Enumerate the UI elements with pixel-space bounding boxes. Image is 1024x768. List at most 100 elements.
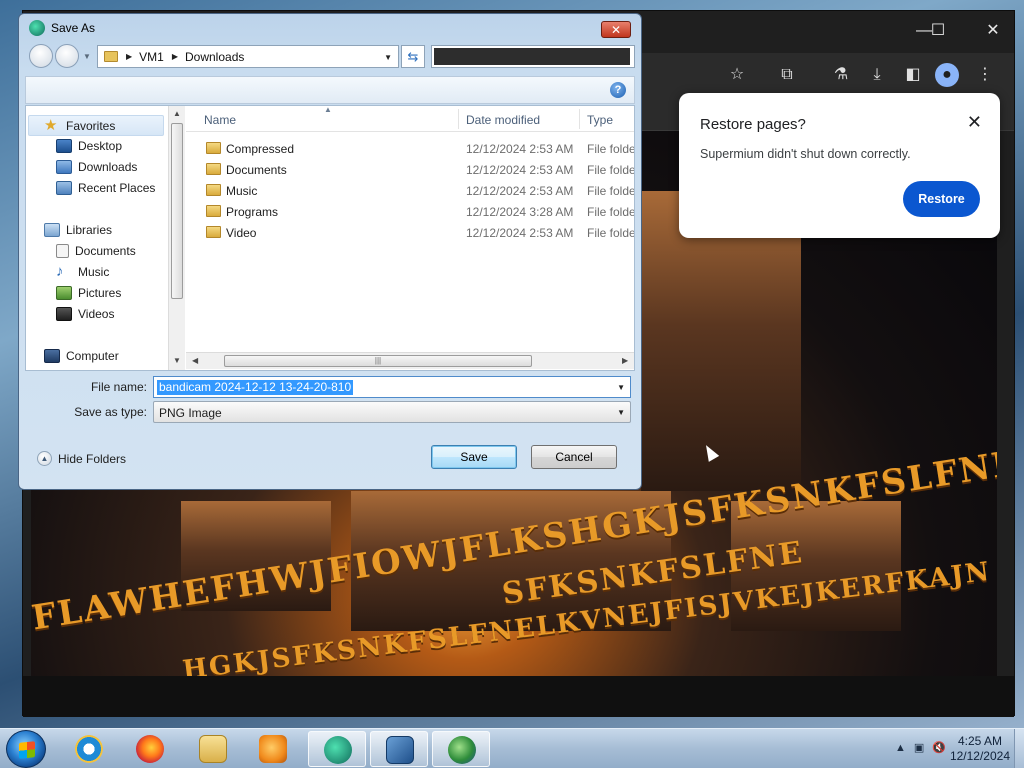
star-icon[interactable]: ☆ <box>725 63 749 87</box>
dialog-title: Save As <box>51 21 96 35</box>
sidebar-icon[interactable]: ◧ <box>901 63 925 87</box>
taskbar-virtualbox[interactable] <box>370 731 428 767</box>
taskbar-firefox[interactable] <box>121 731 179 767</box>
navigation-row: ▼ ▶ VM1 ▶ Downloads ▼ ⇆ <box>25 44 635 70</box>
sidebar-group-computer[interactable]: Computer <box>44 349 119 363</box>
column-date-modified[interactable]: Date modified <box>466 113 540 127</box>
breadcrumb-downloads[interactable]: Downloads <box>185 50 244 64</box>
sidebar-item-downloads[interactable]: Downloads <box>56 160 137 174</box>
sidebar-item-videos[interactable]: Videos <box>56 307 114 321</box>
scroll-up-icon[interactable]: ▲ <box>173 109 181 118</box>
forward-button[interactable] <box>55 44 79 68</box>
column-name[interactable]: Name <box>204 113 236 127</box>
address-bar[interactable]: ▶ VM1 ▶ Downloads ▼ <box>97 45 399 68</box>
media-player-icon <box>259 735 287 763</box>
taskbar: ▲ ▣ 🔇 4:25 AM 12/12/2024 <box>0 728 1024 768</box>
download-icon[interactable]: ⤓ <box>865 63 889 87</box>
scroll-down-icon[interactable]: ▼ <box>173 356 181 365</box>
clock-date: 12/12/2024 <box>949 749 1010 763</box>
chevron-right-icon[interactable]: ▶ <box>172 52 178 61</box>
chevron-down-icon[interactable]: ▼ <box>617 408 625 417</box>
list-item[interactable]: Documents 12/12/2024 2:53 AM File folder <box>186 159 634 180</box>
file-name-field[interactable]: bandicam 2024-12-12 13-24-20-810 ▼ <box>153 376 631 398</box>
music-note-icon: ♪ <box>56 263 64 280</box>
dialog-close-button[interactable]: ✕ <box>601 21 631 38</box>
taskbar-supermium[interactable] <box>308 731 366 767</box>
sidebar-group-libraries[interactable]: Libraries <box>44 223 112 237</box>
back-button[interactable] <box>29 44 53 68</box>
chevron-up-icon: ▲ <box>37 451 52 466</box>
column-header-row: ▲ Name Date modified Type <box>186 105 634 132</box>
sidebar-item-recent-places[interactable]: Recent Places <box>56 181 155 195</box>
folder-icon <box>206 142 221 154</box>
cancel-button[interactable]: Cancel <box>531 445 617 469</box>
browse-pane: ★ Favorites Desktop Downloads Recent Pla… <box>25 105 635 371</box>
list-item[interactable]: Video 12/12/2024 2:53 AM File folder <box>186 222 634 243</box>
chevron-right-icon[interactable]: ▶ <box>126 52 132 61</box>
globe-icon <box>448 736 476 764</box>
star-icon: ★ <box>44 117 58 134</box>
save-button[interactable]: Save <box>431 445 517 469</box>
sidebar-group-favorites[interactable]: ★ Favorites <box>44 118 115 134</box>
hide-folders-button[interactable]: ▲ Hide Folders <box>37 451 126 466</box>
taskbar-explorer[interactable] <box>184 731 242 767</box>
chevron-down-icon[interactable]: ▼ <box>617 383 625 392</box>
maximize-button[interactable]: ☐ <box>923 19 953 43</box>
labs-icon[interactable]: ⚗ <box>829 63 853 87</box>
folder-icon <box>104 51 118 62</box>
folder-icon <box>199 735 227 763</box>
command-bar: ? <box>25 76 635 104</box>
column-type[interactable]: Type <box>587 113 613 127</box>
file-list: ▲ Name Date modified Type Compressed 12/… <box>186 105 634 370</box>
network-icon[interactable]: ▣ <box>914 741 924 754</box>
close-icon[interactable]: ✕ <box>967 112 982 133</box>
restore-title: Restore pages? <box>700 116 806 133</box>
chevron-down-icon[interactable]: ▼ <box>384 53 392 62</box>
scrollbar-thumb[interactable]: ||| <box>224 355 532 367</box>
taskbar-internet-explorer[interactable] <box>60 731 118 767</box>
menu-icon[interactable]: ⋮ <box>973 63 997 87</box>
search-input[interactable] <box>431 45 635 68</box>
scrollbar-thumb[interactable] <box>171 123 183 299</box>
folder-icon <box>206 226 221 238</box>
clock[interactable]: 4:25 AM 12/12/2024 <box>950 734 1010 764</box>
scroll-left-icon[interactable]: ◀ <box>192 356 198 365</box>
refresh-button[interactable]: ⇆ <box>401 45 425 68</box>
folder-icon <box>206 163 221 175</box>
folder-icon <box>206 184 221 196</box>
sidebar-item-documents[interactable]: Documents <box>56 244 136 258</box>
desktop-icon <box>56 139 72 153</box>
navigation-sidebar: ★ Favorites Desktop Downloads Recent Pla… <box>26 106 186 370</box>
show-desktop-button[interactable] <box>1014 729 1024 768</box>
file-name-label: File name: <box>90 380 147 394</box>
help-icon[interactable]: ? <box>610 82 626 98</box>
close-window-button[interactable]: ✕ <box>978 19 1008 43</box>
horizontal-scrollbar[interactable]: ◀ ||| ▶ <box>186 352 634 369</box>
breadcrumb-vm1[interactable]: VM1 <box>139 50 164 64</box>
pictures-icon <box>56 286 72 300</box>
profile-icon[interactable]: ● <box>935 63 959 87</box>
taskbar-media-player[interactable] <box>244 731 302 767</box>
extensions-icon[interactable]: ⧉ <box>775 63 799 87</box>
videos-icon <box>56 307 72 321</box>
sidebar-item-pictures[interactable]: Pictures <box>56 286 121 300</box>
restore-pages-popup: Restore pages? ✕ Supermium didn't shut d… <box>679 93 1000 238</box>
save-as-type-label: Save as type: <box>74 405 147 419</box>
volume-muted-icon[interactable]: 🔇 <box>932 741 946 754</box>
save-as-type-select[interactable]: PNG Image ▼ <box>153 401 631 423</box>
taskbar-network-app[interactable] <box>432 731 490 767</box>
sidebar-scrollbar[interactable]: ▲ ▼ <box>168 106 185 370</box>
sidebar-item-music[interactable]: ♪ Music <box>56 263 109 280</box>
sort-ascending-icon: ▲ <box>324 105 332 114</box>
dialog-titlebar: Save As <box>29 20 95 36</box>
list-item[interactable]: Compressed 12/12/2024 2:53 AM File folde… <box>186 138 634 159</box>
restore-button[interactable]: Restore <box>903 181 980 217</box>
start-button[interactable] <box>6 730 46 768</box>
scroll-right-icon[interactable]: ▶ <box>622 356 628 365</box>
recent-locations-arrow-icon[interactable]: ▼ <box>83 52 91 61</box>
list-item[interactable]: Programs 12/12/2024 3:28 AM File folder <box>186 201 634 222</box>
list-item[interactable]: Music 12/12/2024 2:53 AM File folder <box>186 180 634 201</box>
sidebar-item-desktop[interactable]: Desktop <box>56 139 122 153</box>
folder-icon <box>206 205 221 217</box>
show-hidden-icons-icon[interactable]: ▲ <box>895 742 906 754</box>
